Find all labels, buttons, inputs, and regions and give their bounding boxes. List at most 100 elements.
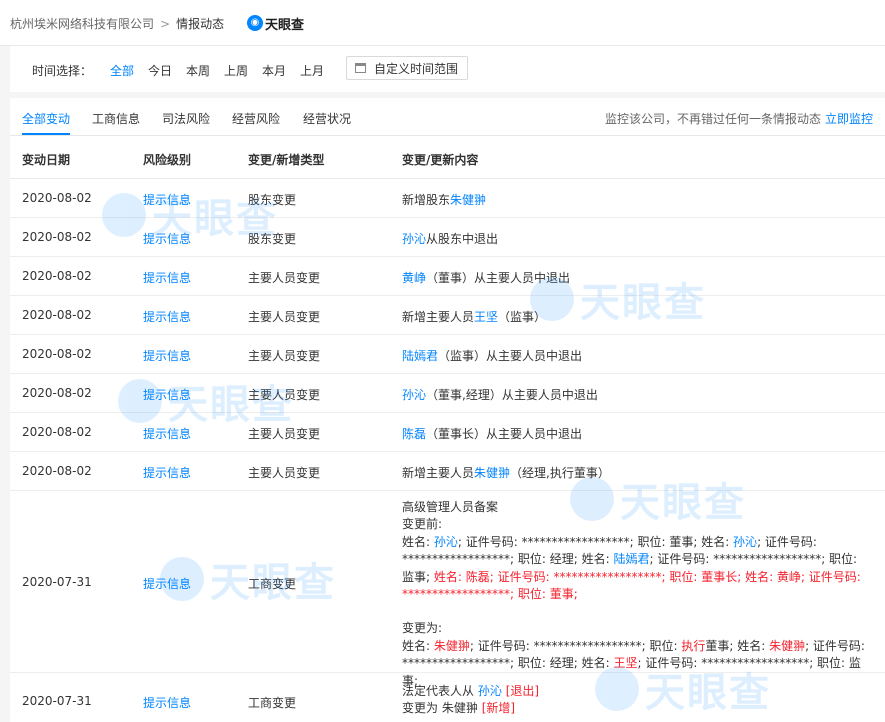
person-link[interactable]: 朱健翀 [450, 193, 486, 207]
field-key: 姓名: [701, 534, 734, 549]
row-content: 高级管理人员备案 变更前: 姓名: 孙沁; 证件号码: ************… [402, 499, 872, 690]
time-filter-bar: 时间选择： 全部 今日 本周 上周 本月 上月 自定义时间范围 [10, 46, 885, 92]
position-value: 经理 [549, 552, 574, 567]
breadcrumb-company[interactable]: 杭州埃米网络科技有限公司 [10, 17, 154, 31]
row-risk-level[interactable]: 提示信息 [143, 386, 191, 403]
filing-before-label: 变更前: [402, 517, 443, 532]
position-value: 监事 [402, 569, 427, 584]
person-link[interactable]: 孙沁 [733, 535, 757, 549]
person-link[interactable]: 黄峥 [777, 570, 801, 584]
row-change-type: 主要人员变更 [248, 349, 321, 363]
table-row: 2020-08-02 提示信息 主要人员变更 孙沁（董事,经理）从主要人员中退出 [10, 374, 885, 413]
tab-operating-status[interactable]: 经营状况 [303, 110, 351, 127]
time-option-all[interactable]: 全部 [110, 62, 134, 79]
row-risk-level[interactable]: 提示信息 [143, 191, 191, 208]
row-risk-level[interactable]: 提示信息 [143, 308, 191, 325]
row-content: 陈磊（董事长）从主要人员中退出 [402, 425, 582, 442]
monitor-now-link[interactable]: 立即监控 [825, 112, 873, 126]
time-filter-label: 时间选择： [32, 64, 93, 78]
row-date: 2020-08-02 [22, 230, 92, 244]
position-value: 经理 [549, 656, 574, 671]
table-row: 2020-08-02 提示信息 主要人员变更 新增主要人员朱健翀（经理,执行董事… [10, 452, 885, 491]
custom-range-button[interactable]: 自定义时间范围 [346, 56, 468, 80]
col-header-risk: 风险级别 [143, 153, 192, 167]
field-key: ; 职位: [510, 656, 550, 671]
person-link[interactable]: 王坚 [474, 310, 498, 324]
person-link[interactable]: 朱健翀 [434, 639, 470, 653]
active-tab-indicator [22, 133, 70, 135]
time-option-last-week[interactable]: 上周 [224, 62, 248, 79]
row-risk-level[interactable]: 提示信息 [143, 347, 191, 364]
person-link[interactable]: 陈磊 [402, 427, 426, 441]
row-date: 2020-07-31 [22, 575, 92, 589]
row-content: 新增主要人员朱健翀（经理,执行董事） [402, 464, 610, 481]
time-option-this-month[interactable]: 本月 [262, 62, 286, 79]
time-option-today[interactable]: 今日 [148, 62, 172, 79]
top-bar: 杭州埃米网络科技有限公司 > 情报动态 ◉ 天眼查 [0, 0, 885, 46]
masked-id: ****************** [402, 552, 510, 567]
tianyancha-logo[interactable]: ◉ 天眼查 [247, 14, 304, 33]
masked-id: ****************** [402, 587, 510, 602]
table-header: 变动日期 风险级别 变更/新增类型 变更/更新内容 [10, 136, 885, 179]
table-row: 2020-08-02 提示信息 主要人员变更 新增主要人员王坚（监事） [10, 296, 885, 335]
tab-operating-risk[interactable]: 经营风险 [232, 110, 280, 127]
person-link[interactable]: 孙沁 [402, 388, 426, 402]
category-tabs: 全部变动 工商信息 司法风险 经营风险 经营状况 监控该公司，不再错过任何一条情… [10, 98, 885, 136]
field-key: ; 证件号码: [757, 534, 817, 549]
person-link[interactable]: 孙沁 [478, 684, 502, 698]
position-value: 董事 [549, 587, 574, 602]
row-change-type: 工商变更 [248, 577, 297, 591]
row-risk-level[interactable]: 提示信息 [143, 425, 191, 442]
row-risk-level[interactable]: 提示信息 [143, 230, 191, 247]
person-name: 朱健翀 [441, 701, 478, 716]
field-key: ; 证件号码: [637, 656, 702, 671]
row-change-type: 主要人员变更 [248, 427, 321, 441]
filing-entry: 姓名: 朱健翀; 证件号码: ******************; 职位: 执… [402, 639, 737, 653]
content-text: （监事） [498, 310, 547, 324]
row-content: 黄峥（董事）从主要人员中退出 [402, 269, 570, 286]
person-link[interactable]: 陈磊 [466, 570, 490, 584]
person-link[interactable]: 陆嫣君 [402, 349, 438, 363]
row-risk-level[interactable]: 提示信息 [143, 464, 191, 481]
masked-id: ****************** [402, 656, 510, 671]
filing-after-label: 变更为: [402, 621, 443, 636]
field-key: 姓名: [433, 569, 466, 584]
row-content: 孙沁（董事,经理）从主要人员中退出 [402, 386, 598, 403]
breadcrumb: 杭州埃米网络科技有限公司 > 情报动态 [10, 15, 224, 32]
field-key: ; 职位: [821, 552, 858, 567]
person-link[interactable]: 黄峥 [402, 271, 426, 285]
col-header-type: 变更/新增类型 [248, 153, 325, 167]
time-option-this-week[interactable]: 本周 [186, 62, 210, 79]
person-link[interactable]: 陆嫣君 [613, 552, 649, 566]
person-link[interactable]: 朱健翀 [769, 639, 805, 653]
row-risk-level[interactable]: 提示信息 [143, 575, 191, 592]
content-text: （董事长）从主要人员中退出 [426, 427, 583, 441]
position-value: 董事 [705, 638, 730, 653]
field-key: ; 职位: [661, 569, 702, 584]
masked-id: ****************** [701, 656, 810, 671]
table-row: 2020-07-31 提示信息 工商变更 高级管理人员备案 变更前: 姓名: 孙… [10, 491, 885, 688]
filing-entry: 姓名: 孙沁; 证件号码: ******************; 职位: 董事… [402, 535, 701, 549]
row-risk-level[interactable]: 提示信息 [143, 269, 191, 286]
time-option-last-month[interactable]: 上月 [300, 62, 324, 79]
filing-gap [402, 603, 872, 620]
tab-business-info[interactable]: 工商信息 [92, 110, 140, 127]
content-text: 新增主要人员 [402, 466, 475, 480]
person-link[interactable]: 王坚 [613, 656, 637, 670]
row-date: 2020-08-02 [22, 308, 92, 322]
row-date: 2020-08-02 [22, 425, 92, 439]
person-link[interactable]: 孙沁 [402, 232, 426, 246]
breadcrumb-separator: > [160, 17, 171, 31]
row-date: 2020-07-31 [22, 694, 92, 708]
tab-all-changes[interactable]: 全部变动 [22, 110, 70, 127]
row-risk-level[interactable]: 提示信息 [143, 694, 191, 711]
person-link[interactable]: 朱健翀 [474, 466, 510, 480]
tab-judicial-risk[interactable]: 司法风险 [162, 110, 210, 127]
row-date: 2020-08-02 [22, 191, 92, 205]
field-key: 姓名: [581, 656, 614, 671]
masked-id: ****************** [553, 569, 662, 584]
row-date: 2020-08-02 [22, 269, 92, 283]
field-key: ; 证件号码: [457, 534, 522, 549]
row-content: 新增主要人员王坚（监事） [402, 308, 546, 325]
person-link[interactable]: 孙沁 [434, 535, 458, 549]
